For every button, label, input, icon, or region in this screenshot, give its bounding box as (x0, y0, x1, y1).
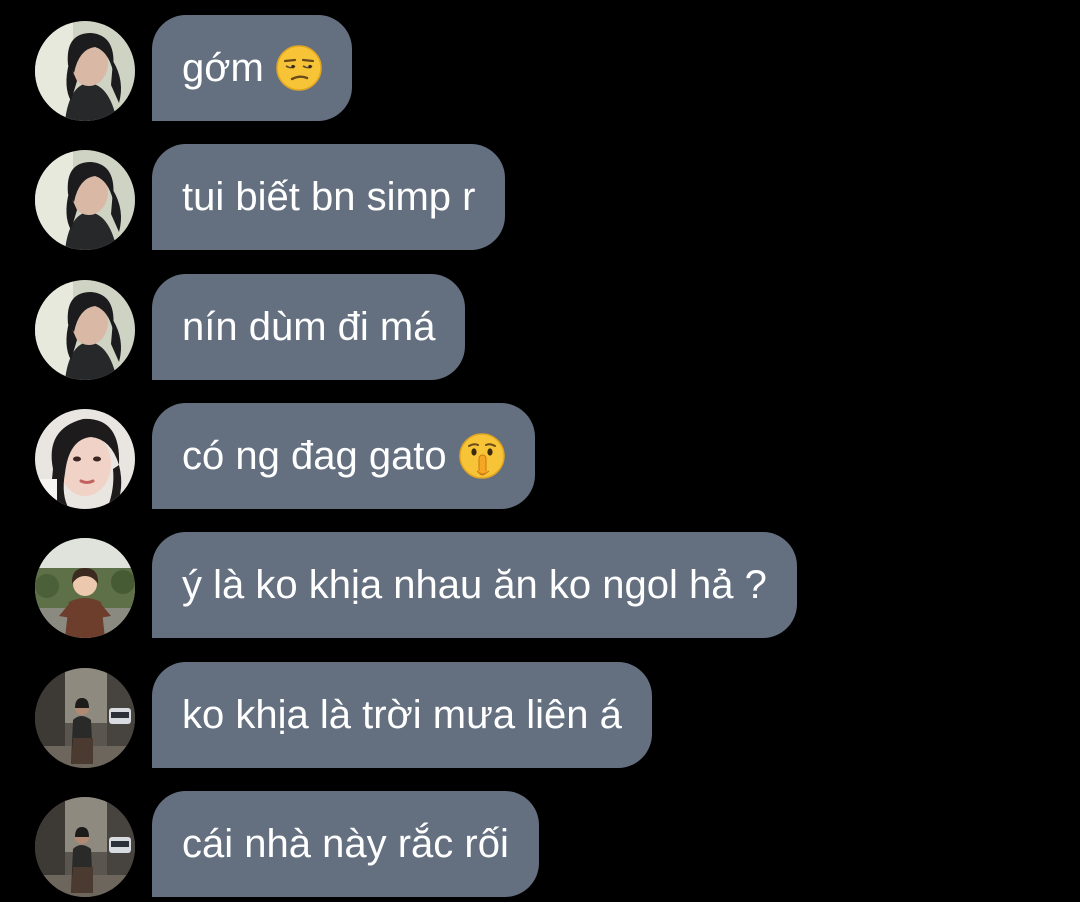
message-text: cái nhà này rắc rối (182, 822, 509, 866)
avatar-girl-closeup-icon (35, 409, 135, 509)
message-bubble[interactable]: ý là ko khịa nhau ăn ko ngol hả ? (152, 532, 797, 638)
message-text: nín dùm đi má (182, 305, 436, 349)
sender-avatar[interactable] (35, 668, 135, 768)
message-bubble[interactable]: gớm (152, 15, 352, 121)
chat-thread: gớm tui biết bn simp r nín dùm đi má có … (0, 0, 1080, 902)
message-row: cái nhà này rắc rối (0, 791, 1080, 897)
message-bubble[interactable]: tui biết bn simp r (152, 144, 506, 250)
avatar-child-outdoor-icon (35, 538, 135, 638)
avatar-girl-dark-hair-icon (35, 150, 135, 250)
message-text: gớm (182, 46, 264, 90)
message-bubble[interactable]: nín dùm đi má (152, 274, 466, 380)
message-text: tui biết bn simp r (182, 175, 476, 219)
message-row: có ng đag gato (0, 403, 1080, 509)
sender-avatar[interactable] (35, 538, 135, 638)
message-bubble[interactable]: có ng đag gato (152, 403, 535, 509)
unamused-face-icon (276, 45, 322, 91)
message-row: gớm (0, 15, 1080, 121)
sender-avatar[interactable] (35, 797, 135, 897)
shushing-face-icon (458, 433, 505, 479)
sender-avatar[interactable] (35, 280, 135, 380)
message-bubble[interactable]: ko khịa là trời mưa liên á (152, 662, 652, 768)
avatar-street-photo-icon (35, 668, 135, 768)
avatar-girl-dark-hair-icon (35, 280, 135, 380)
sender-avatar[interactable] (35, 150, 135, 250)
sender-avatar[interactable] (35, 21, 135, 121)
sender-avatar[interactable] (35, 409, 135, 509)
message-text: có ng đag gato (182, 434, 447, 478)
avatar-street-photo-icon (35, 797, 135, 897)
message-row: tui biết bn simp r (0, 144, 1080, 250)
avatar-girl-dark-hair-icon (35, 21, 135, 121)
message-row: nín dùm đi má (0, 274, 1080, 380)
message-row: ý là ko khịa nhau ăn ko ngol hả ? (0, 532, 1080, 638)
message-text: ko khịa là trời mưa liên á (182, 693, 622, 737)
message-bubble[interactable]: cái nhà này rắc rối (152, 791, 539, 897)
message-text: ý là ko khịa nhau ăn ko ngol hả ? (182, 563, 767, 607)
message-row: ko khịa là trời mưa liên á (0, 662, 1080, 768)
